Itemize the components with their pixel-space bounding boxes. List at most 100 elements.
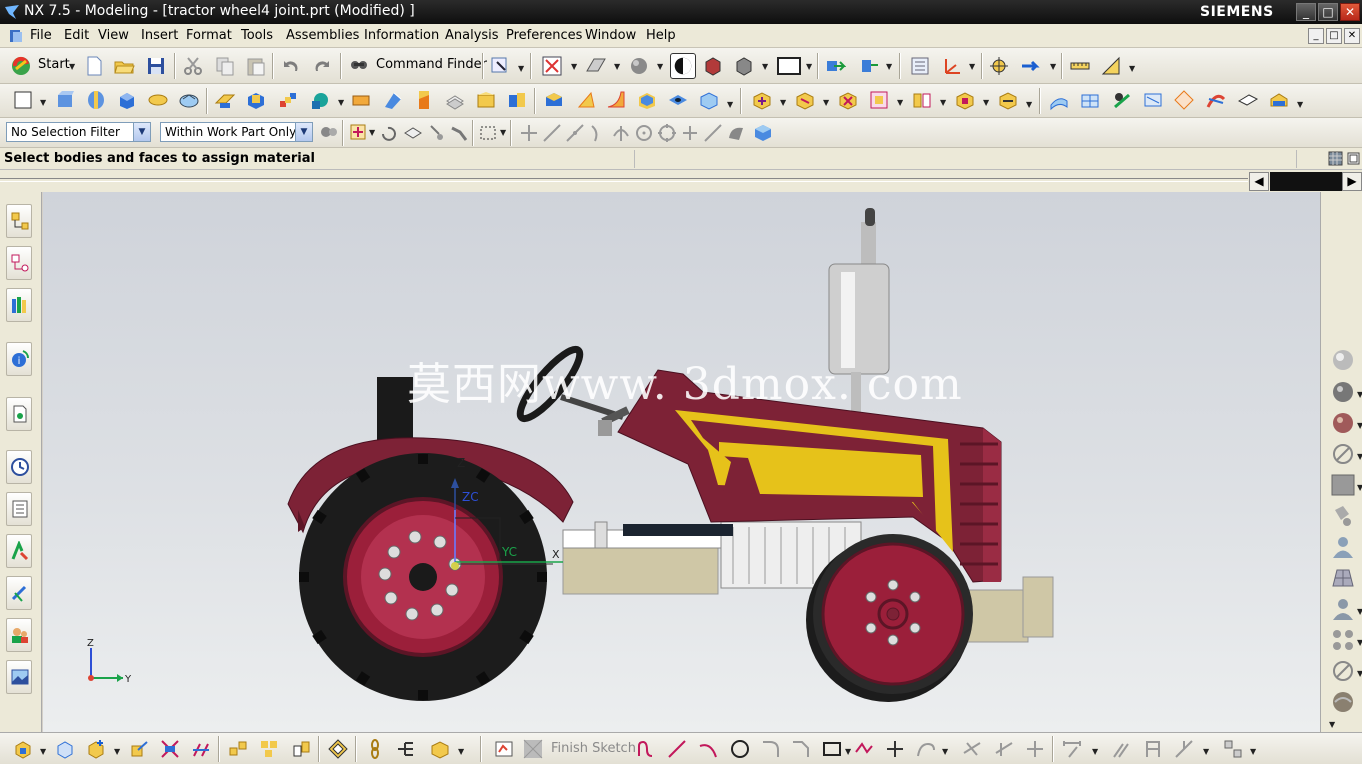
select-solid-icon[interactable] (402, 122, 424, 144)
dropdown-arrow-icon[interactable]: ▼ (942, 747, 948, 756)
snap-on-curve-icon[interactable] (702, 122, 724, 144)
reuse-library-tab[interactable] (6, 288, 32, 322)
shaded-sphere-icon[interactable] (628, 55, 650, 77)
dropdown-arrow-icon[interactable]: ▼ (114, 747, 120, 756)
unite-icon[interactable] (245, 89, 267, 111)
dropdown-arrow-icon[interactable]: ▼ (1026, 100, 1032, 109)
sweep-icon[interactable] (382, 89, 404, 111)
open-folder-icon[interactable] (113, 55, 135, 77)
close-button[interactable]: ✕ (1340, 3, 1360, 21)
draft-icon[interactable] (413, 89, 435, 111)
dropdown-arrow-icon[interactable]: ▼ (983, 98, 989, 107)
dropdown-arrow-icon[interactable]: ▼ (1203, 747, 1209, 756)
snap-tangent-icon[interactable] (656, 122, 678, 144)
camera-person-icon[interactable] (1329, 533, 1357, 561)
snap-bounded-grid-icon[interactable] (752, 122, 774, 144)
copy-icon[interactable] (214, 55, 236, 77)
command-finder-icon[interactable] (348, 55, 370, 77)
menu-preferences[interactable]: Preferences (506, 28, 582, 43)
through-curve-mesh-icon[interactable] (1079, 89, 1101, 111)
dropdown-arrow-icon[interactable]: ▼ (1357, 390, 1362, 399)
snap-midpoint-icon[interactable] (541, 122, 563, 144)
quick-extend-icon[interactable] (993, 738, 1015, 760)
sketch-icon[interactable] (12, 89, 34, 111)
trim-body-icon[interactable] (475, 89, 497, 111)
assembly-navigator-tab[interactable] (6, 204, 32, 238)
scroll-left-button[interactable]: ◀ (1249, 172, 1269, 191)
dropdown-arrow-icon[interactable]: ▼ (1129, 64, 1135, 73)
dropdown-arrow-icon[interactable]: ▼ (940, 98, 946, 107)
constraint-navigator-tab[interactable] (6, 246, 32, 280)
offset-curve-icon[interactable] (915, 738, 937, 760)
deselect-icon[interactable] (378, 122, 400, 144)
new-file-icon[interactable] (83, 55, 105, 77)
appearance-sphere-icon[interactable] (1329, 688, 1357, 716)
dropdown-arrow-icon[interactable]: ▼ (458, 747, 464, 756)
dropdown-arrow-icon[interactable]: ▼ (1357, 607, 1362, 616)
hole-icon[interactable] (667, 89, 689, 111)
restore-pane-icon[interactable] (1347, 151, 1360, 166)
dropdown-arrow-icon[interactable]: ▼ (806, 62, 812, 71)
dropdown-arrow-icon[interactable]: ▼ (571, 62, 577, 71)
tractor-model[interactable]: Z ZC YC X Z Y (43, 192, 1320, 732)
dropdown-arrow-icon[interactable]: ▼ (1357, 452, 1362, 461)
save-icon[interactable] (145, 55, 167, 77)
shell-icon[interactable] (636, 89, 658, 111)
process-studio-tab[interactable] (6, 534, 32, 568)
trim-sheet-icon[interactable] (1205, 89, 1227, 111)
history-palette-tab[interactable] (6, 397, 32, 431)
wave-link-icon[interactable] (327, 738, 349, 760)
boss-icon[interactable] (698, 89, 720, 111)
block-outline-icon[interactable] (54, 738, 76, 760)
dropdown-arrow-icon[interactable]: ▼ (845, 747, 851, 756)
arc-icon[interactable] (697, 738, 719, 760)
show-constraints-icon[interactable] (1173, 738, 1195, 760)
cut-icon[interactable] (182, 55, 204, 77)
dropdown-arrow-icon[interactable]: ▼ (1297, 100, 1303, 109)
thicken-icon[interactable] (350, 89, 372, 111)
menu-insert[interactable]: Insert (141, 28, 178, 43)
menu-analysis[interactable]: Analysis (445, 28, 499, 43)
dropdown-arrow-icon[interactable]: ▼ (886, 62, 892, 71)
snap-on-surface-icon[interactable] (725, 122, 747, 144)
start-button[interactable]: Start (38, 57, 70, 72)
dropdown-arrow-icon[interactable]: ▼ (500, 128, 506, 137)
menu-window[interactable]: Window (585, 28, 636, 43)
render-style-icon[interactable] (670, 53, 696, 79)
dropdown-arrow-icon[interactable]: ▼ (369, 128, 375, 137)
background-gray-icon[interactable] (1329, 471, 1357, 499)
chevron-down-icon[interactable]: ▼ (133, 123, 150, 141)
fillet-icon[interactable] (760, 738, 782, 760)
sphere-icon[interactable] (178, 89, 200, 111)
sequence-icon[interactable] (954, 89, 976, 111)
manufacturing-wizards-tab[interactable] (6, 576, 32, 610)
dimension-icon[interactable] (1061, 738, 1083, 760)
texture-sphere-icon[interactable] (1329, 409, 1357, 437)
dropdown-arrow-icon[interactable]: ▼ (823, 98, 829, 107)
material-sphere-icon[interactable] (1329, 378, 1357, 406)
rectangle-icon[interactable] (821, 738, 843, 760)
show-hide-icon[interactable] (824, 55, 846, 77)
scroll-right-button[interactable]: ▶ (1342, 172, 1362, 191)
layer-icon[interactable] (857, 55, 879, 77)
block-icon[interactable] (116, 89, 138, 111)
chamfer-sketch-icon[interactable] (790, 738, 812, 760)
edge-blend-icon[interactable] (543, 89, 565, 111)
add-assembly-icon[interactable] (85, 738, 107, 760)
tree-structure-icon[interactable] (395, 738, 417, 760)
dropdown-arrow-icon[interactable]: ▼ (969, 62, 975, 71)
finish-sketch-button[interactable]: Finish Sketch (551, 741, 636, 756)
extrude-icon[interactable] (54, 89, 76, 111)
select-feature-icon[interactable] (448, 122, 470, 144)
line-icon[interactable] (666, 738, 688, 760)
doc-restore-button[interactable]: □ (1326, 28, 1342, 44)
align-icon[interactable] (190, 738, 212, 760)
wave-geometry-linker-icon[interactable] (997, 89, 1019, 111)
orient-view-icon[interactable] (585, 55, 607, 77)
dropdown-arrow-icon[interactable]: ▼ (657, 62, 663, 71)
floor-grid-icon[interactable] (1329, 564, 1357, 592)
split-body-icon[interactable] (506, 89, 528, 111)
dropdown-arrow-icon[interactable]: ▼ (1250, 747, 1256, 756)
pattern-icon[interactable] (277, 89, 299, 111)
no-material-icon[interactable] (1329, 440, 1357, 468)
